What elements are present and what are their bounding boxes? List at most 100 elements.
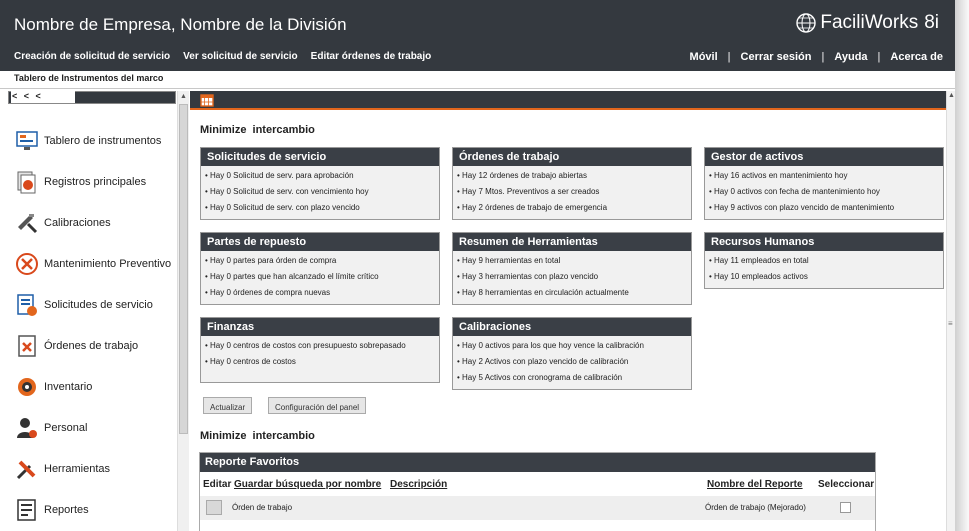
nav-about[interactable]: Acerca de [890, 51, 943, 63]
sidebar-item-master-records[interactable]: Registros principales [14, 167, 146, 197]
widget-item[interactable]: Hay 0 partes que han alcanzado el límite… [205, 269, 435, 285]
widget-human-resources: Recursos Humanos Hay 11 empleados en tot… [704, 232, 944, 289]
nav-view-service-request[interactable]: Ver solicitud de servicio [183, 51, 298, 62]
sidebar-item-label: Herramientas [44, 463, 111, 475]
logo-version: 8i [924, 12, 939, 33]
exchange-link[interactable]: intercambio [253, 430, 315, 442]
sidebar-item-personnel[interactable]: Personal [14, 413, 87, 443]
sidebar-item-dashboard[interactable]: Tablero de instrumentos [14, 126, 161, 156]
widget-service-requests: Solicitudes de servicio Hay 0 Solicitud … [200, 147, 440, 220]
exchange-link[interactable]: intercambio [253, 124, 315, 136]
edit-button[interactable] [206, 500, 222, 515]
globe-icon [796, 13, 817, 33]
widget-title: Recursos Humanos [705, 233, 943, 251]
reports-icon [14, 497, 40, 523]
widget-item[interactable]: Hay 3 herramientas con plazo vencido [457, 269, 687, 285]
header-report-name[interactable]: Nombre del Reporte [707, 479, 803, 490]
frame-title: Tablero de Instrumentos del marco [14, 73, 164, 83]
nav-create-service-request[interactable]: Creación de solicitud de servicio [14, 51, 170, 62]
widget-item[interactable]: Hay 0 Solicitud de serv. para aprobación [205, 168, 435, 184]
widget-item[interactable]: Hay 5 Activos con cronograma de calibrac… [457, 370, 687, 386]
minimize-link[interactable]: Minimize [200, 430, 246, 442]
select-checkbox[interactable] [840, 502, 851, 513]
favorite-reports: Reporte Favoritos Editar Guardar búsqued… [199, 452, 876, 531]
main-scrollbar[interactable]: ▲ ≡ [946, 91, 955, 531]
widget-item[interactable]: Hay 0 Solicitud de serv. con vencimiento… [205, 184, 435, 200]
sidebar-item-service-requests[interactable]: Solicitudes de servicio [14, 290, 153, 320]
company-name: Nombre de Empresa, Nombre de la División [14, 15, 347, 34]
widget-title: Partes de repuesto [201, 233, 439, 251]
sidebar-item-label: Mantenimiento Preventivo [44, 258, 172, 270]
widget-item[interactable]: Hay 16 activos en mantenimiento hoy [709, 168, 939, 184]
scroll-up-arrow-icon[interactable]: ▲ [180, 93, 187, 100]
sidebar-item-preventive-maintenance[interactable]: Mantenimiento Preventivo [14, 249, 171, 279]
widget-title: Gestor de activos [705, 148, 943, 166]
top-nav-left: Creación de solicitud de servicio Ver so… [14, 51, 431, 62]
nav-separator: | [821, 51, 825, 63]
nav-edit-work-orders[interactable]: Editar órdenes de trabajo [311, 51, 432, 62]
widget-spare-parts: Partes de repuesto Hay 0 partes para órd… [200, 232, 440, 305]
sidebar-scroll-thumb[interactable] [179, 104, 188, 434]
widget-calibrations: Calibraciones Hay 0 activos para los que… [452, 317, 692, 390]
widget-title: Solicitudes de servicio [201, 148, 439, 166]
row-report-name[interactable]: Órden de trabajo (Mejorado) [705, 503, 806, 512]
widget-item[interactable]: Hay 0 órdenes de compra nuevas [205, 285, 435, 301]
nav-separator: | [727, 51, 731, 63]
dashboard-icon [14, 128, 40, 154]
sidebar-item-calibrations[interactable]: Calibraciones [14, 208, 111, 238]
nav-logout[interactable]: Cerrar sesión [741, 51, 812, 63]
widget-item[interactable]: Hay 0 activos para los que hoy vence la … [457, 338, 687, 354]
frame-title-bar: Tablero de Instrumentos del marco [0, 71, 955, 89]
top-nav-right: Móvil | Cerrar sesión | Ayuda | Acerca d… [690, 51, 943, 63]
personnel-icon [14, 415, 40, 441]
widget-item[interactable]: Hay 10 empleados activos [709, 269, 939, 285]
scroll-up-arrow-icon[interactable]: ▲ [948, 92, 955, 99]
sidebar-item-label: Órdenes de trabajo [44, 340, 139, 352]
widget-item[interactable]: Hay 9 herramientas en total [457, 253, 687, 269]
header-save-search[interactable]: Guardar búsqueda por nombre [234, 479, 381, 490]
sidebar-item-label: Reportes [44, 504, 89, 516]
nav-help[interactable]: Ayuda [834, 51, 867, 63]
widget-item[interactable]: Hay 7 Mtos. Preventivos a ser creados [457, 184, 687, 200]
collapse-label: < < < [11, 91, 75, 103]
widget-item[interactable]: Hay 2 órdenes de trabajo de emergencia [457, 200, 687, 216]
sidebar-item-label: Inventario [44, 381, 93, 393]
sidebar: < < < Tablero de instrumentos Registros … [8, 91, 176, 531]
widget-item[interactable]: Hay 8 herramientas en circulación actual… [457, 285, 687, 301]
sidebar-item-label: Solicitudes de servicio [44, 299, 153, 311]
panel-config-button[interactable]: Configuración del panel [268, 397, 367, 414]
nav-separator: | [877, 51, 881, 63]
sidebar-item-inventory[interactable]: Inventario [14, 372, 92, 402]
widget-work-orders: Órdenes de trabajo Hay 12 órdenes de tra… [452, 147, 692, 220]
widget-item[interactable]: Hay 0 activos con fecha de mantenimiento… [709, 184, 939, 200]
header-description[interactable]: Descripción [390, 479, 447, 490]
tools-icon [14, 456, 40, 482]
widget-title: Órdenes de trabajo [453, 148, 691, 166]
sidebar-item-label: Registros principales [44, 176, 147, 188]
widget-item[interactable]: Hay 0 centros de costos con presupuesto … [205, 338, 435, 354]
window-shadow [955, 0, 969, 531]
sidebar-item-reports[interactable]: Reportes [14, 495, 89, 525]
widget-item[interactable]: Hay 12 órdenes de trabajo abiertas [457, 168, 687, 184]
widget-item[interactable]: Hay 0 centros de costos [205, 354, 435, 370]
widget-item[interactable]: Hay 2 Activos con plazo vencido de calib… [457, 354, 687, 370]
calipers-icon [14, 210, 40, 236]
sidebar-item-tools[interactable]: Herramientas [14, 454, 110, 484]
row-description: Órden de trabajo [232, 503, 293, 512]
records-icon [14, 169, 40, 195]
sidebar-item-label: Tablero de instrumentos [44, 135, 162, 147]
widget-item[interactable]: Hay 9 activos con plazo vencido de mante… [709, 200, 939, 216]
widget-item[interactable]: Hay 11 empleados en total [709, 253, 939, 269]
sidebar-scrollbar[interactable]: ▲ [177, 91, 189, 531]
widget-item[interactable]: Hay 0 partes para órden de compra [205, 253, 435, 269]
sidebar-item-work-orders[interactable]: Órdenes de trabajo [14, 331, 138, 361]
widget-title: Finanzas [201, 318, 439, 336]
refresh-button[interactable]: Actualizar [203, 397, 253, 414]
collapse-sidebar-button[interactable]: < < < [8, 91, 176, 104]
nav-mobile[interactable]: Móvil [690, 51, 718, 63]
scroll-grip-icon[interactable]: ≡ [948, 319, 953, 328]
header-edit: Editar [203, 479, 232, 490]
minimize-link[interactable]: Minimize [200, 124, 246, 136]
widget-item[interactable]: Hay 0 Solicitud de serv. con plazo venci… [205, 200, 435, 216]
calendar-icon [200, 94, 214, 107]
